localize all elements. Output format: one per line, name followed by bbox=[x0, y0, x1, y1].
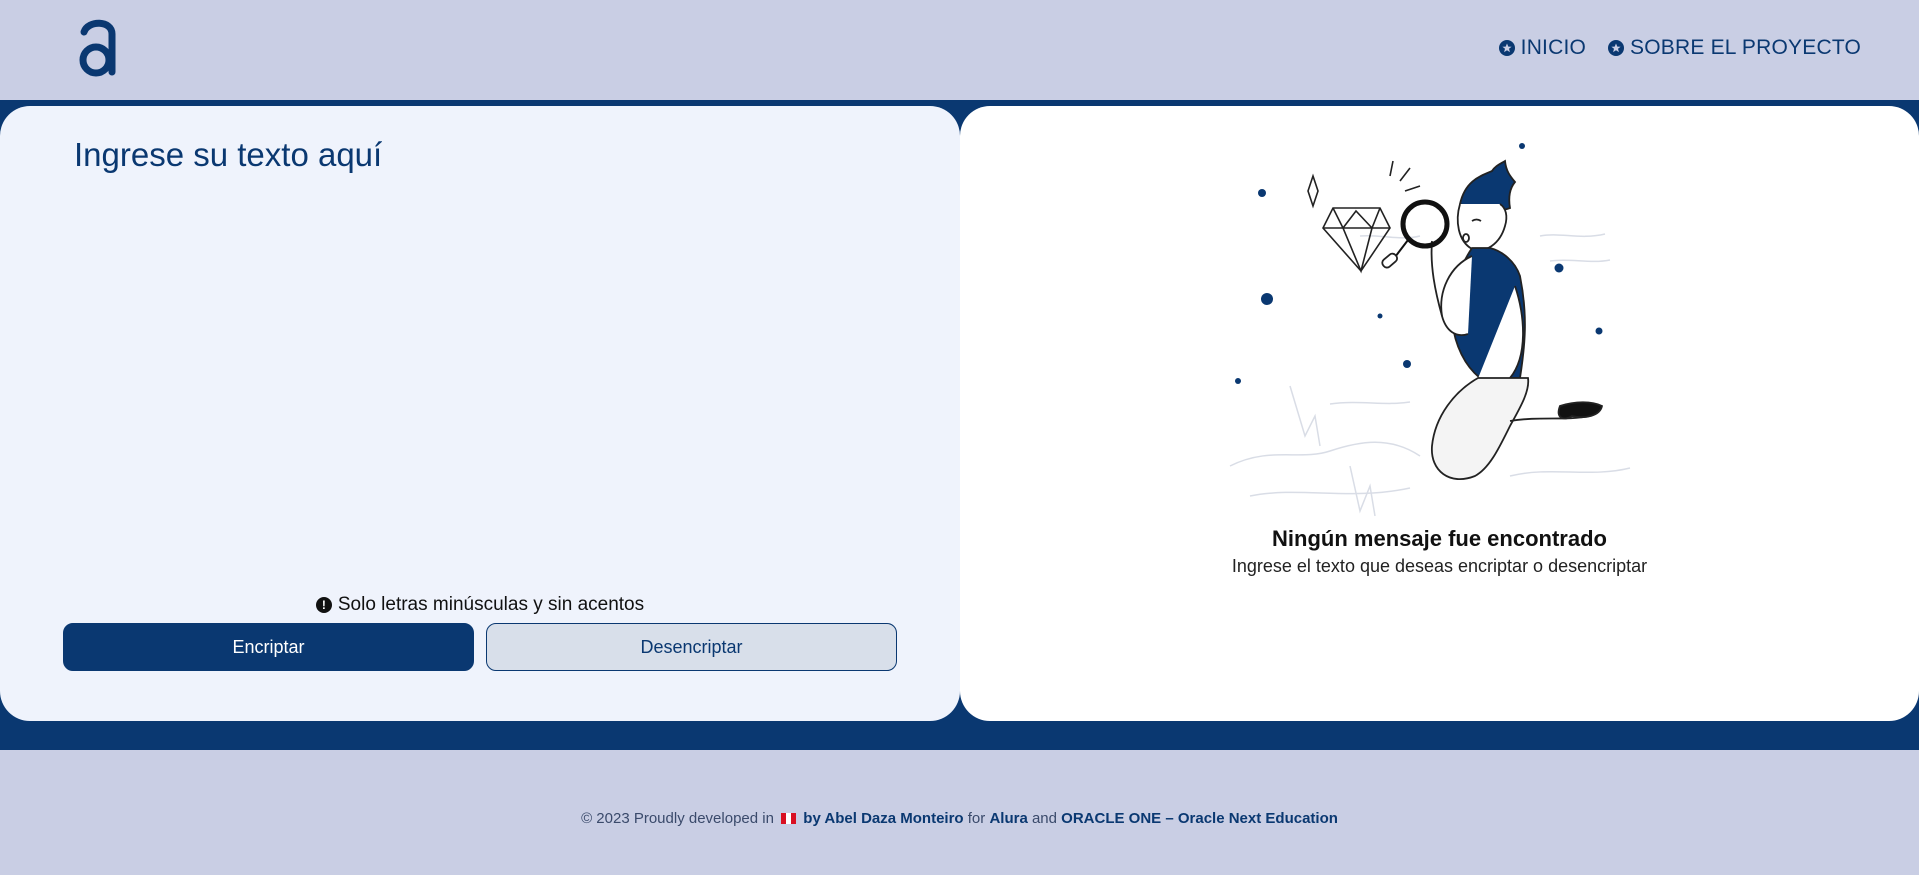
star-circle-icon bbox=[1608, 40, 1625, 56]
input-hint-text: Solo letras minúsculas y sin acentos bbox=[337, 594, 645, 615]
nav-sobre-el-proyecto[interactable]: SOBRE EL PROYECTO bbox=[1608, 36, 1861, 60]
top-nav: INICIO SOBRE EL PROYECTO bbox=[1498, 36, 1861, 60]
star-circle-icon bbox=[1498, 40, 1515, 56]
footer-prefix: © 2023 Proudly developed in bbox=[581, 810, 774, 827]
empty-state-title: Ningún mensaje fue encontrado bbox=[1272, 526, 1607, 551]
input-panel: ! Solo letras minúsculas y sin acentos E… bbox=[0, 106, 960, 721]
footer-author-link[interactable]: by Abel Daza Monteiro bbox=[803, 810, 963, 827]
nav-inicio[interactable]: INICIO bbox=[1498, 36, 1587, 60]
alura-logo[interactable] bbox=[78, 18, 118, 80]
footer-for: for bbox=[967, 810, 986, 827]
input-hint: ! Solo letras minúsculas y sin acentos bbox=[0, 594, 960, 616]
empty-state-subtitle: Ingrese el texto que deseas encriptar o … bbox=[1231, 556, 1648, 576]
peru-flag-icon bbox=[781, 813, 797, 824]
footer-alura-link[interactable]: Alura bbox=[989, 810, 1027, 827]
footer-and: and bbox=[1031, 810, 1057, 827]
encrypt-button[interactable]: Encriptar bbox=[63, 623, 474, 671]
page-footer: © 2023 Proudly developed in by Abel Daza… bbox=[0, 750, 1919, 875]
footer-credits: © 2023 Proudly developed in by Abel Daza… bbox=[0, 810, 1919, 827]
nav-inicio-label: INICIO bbox=[1520, 36, 1587, 59]
person-with-magnifier-illustration bbox=[1229, 143, 1631, 517]
footer-oracle-link[interactable]: ORACLE ONE – Oracle Next Education bbox=[1061, 810, 1338, 827]
nav-sobre-label: SOBRE EL PROYECTO bbox=[1630, 36, 1861, 59]
output-panel: Ningún mensaje fue encontrado Ingrese el… bbox=[960, 106, 1919, 721]
top-header: INICIO SOBRE EL PROYECTO bbox=[0, 0, 1919, 100]
exclamation-circle-icon: ! bbox=[315, 597, 332, 613]
message-input[interactable] bbox=[74, 136, 894, 556]
decrypt-button[interactable]: Desencriptar bbox=[486, 623, 897, 671]
